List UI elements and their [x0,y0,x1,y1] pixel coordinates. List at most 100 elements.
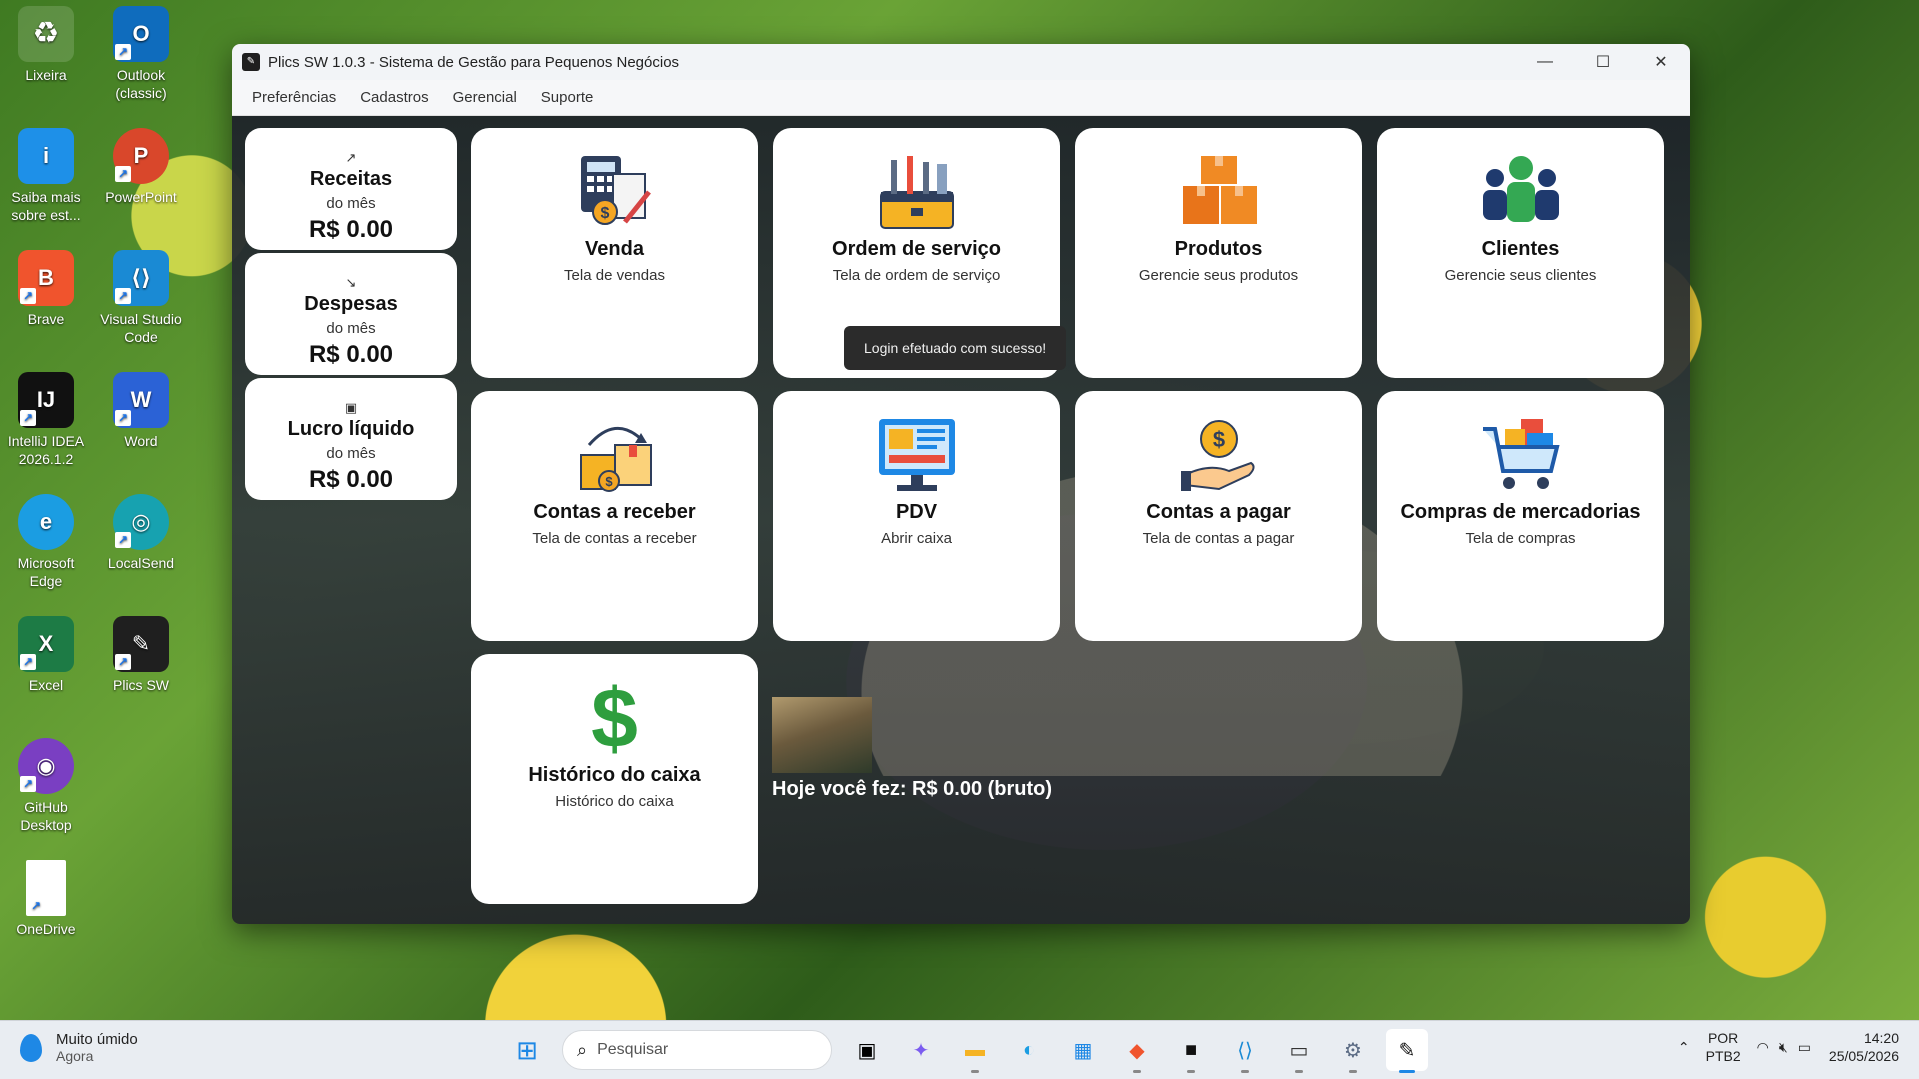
desktop-icon-label: Excel [28,677,64,693]
desktop-icon-localsend[interactable]: ◎ ↗ LocalSend [96,494,186,572]
desktop-icon-label: LocalSend [107,555,175,571]
tile-historico-caixa[interactable]: $ Histórico do caixa Histórico do caixa [471,654,758,904]
tile-contas-pagar[interactable]: $ Contas a pagar Tela de contas a pagar [1075,391,1362,641]
tile-pdv[interactable]: PDV Abrir caixa [773,391,1060,641]
desktop-icon-excel[interactable]: X ↗ Excel [1,616,91,694]
menu-gerencial[interactable]: Gerencial [453,89,517,106]
wifi-icon[interactable]: ◠ [1757,1039,1769,1056]
desktop-icon-intellij[interactable]: IJ ↗ IntelliJ IDEA 2026.1.2 [1,372,91,468]
brave-taskbar-icon[interactable]: ◆ [1116,1029,1158,1073]
tile-subtitle: Tela de vendas [564,267,665,284]
speaker-muted-icon[interactable]: 🔇︎ [1779,1039,1788,1056]
summary-title: Lucro líquido [287,418,415,440]
clock[interactable]: 14:20 25/05/2026 [1829,1029,1899,1065]
tile-title: Venda [585,238,644,260]
search-icon: ⌕ [577,1039,588,1060]
desktop-icon-recycle-bin[interactable]: ♻ Lixeira [1,6,91,84]
edge-icon: e [18,494,74,550]
start-button[interactable]: ⊞ [506,1029,548,1071]
localsend-icon: ◎ ↗ [113,494,169,550]
terminal-icon[interactable]: ▭ [1278,1029,1320,1073]
desktop-icon-powerpoint[interactable]: P ↗ PowerPoint [96,128,186,206]
chevron-up-icon[interactable]: ⌃ [1678,1039,1690,1056]
tile-contas-receber[interactable]: $ Contas a receber Tela de contas a rece… [471,391,758,641]
desktop-icon-edge[interactable]: e Microsoft Edge [1,494,91,590]
app-window: ✎ Plics SW 1.0.3 - Sistema de Gestão par… [232,44,1690,924]
desktop-icon-outlook[interactable]: O ↗ Outlook (classic) [96,6,186,102]
summary-sub: do mês [326,320,376,337]
menu-preferencias[interactable]: Preferências [252,89,336,106]
desktop-icon-label: OneDrive [16,921,76,937]
file-explorer-icon[interactable]: ▬ [954,1029,996,1073]
github-icon: ◉ ↗ [18,738,74,794]
app-icon: ✎ [242,53,260,71]
monitor-icon [877,415,957,495]
desktop-icon-onedrive[interactable]: ↗ OneDrive [1,860,91,938]
tile-subtitle: Tela de contas a receber [532,530,697,547]
summary-value: R$ 0.00 [308,466,394,493]
desktop-icon-plics[interactable]: ✎ ↗ Plics SW [96,616,186,694]
copilot-icon[interactable]: ✦ [900,1029,942,1071]
menu-cadastros[interactable]: Cadastros [360,89,428,106]
desktop-icon-brave[interactable]: B ↗ Brave [1,250,91,328]
search-box[interactable]: ⌕ Pesquisar [562,1030,832,1070]
task-view-icon[interactable]: ▣ [846,1029,888,1071]
taskbar: Muito úmido Agora ⊞ ⌕ Pesquisar ▣ ✦ ▬ ◐ … [0,1020,1919,1079]
tile-subtitle: Tela de compras [1465,530,1576,547]
summary-card-lucro: ▣ Lucro líquido do mês R$ 0.00 [245,378,457,500]
language-indicator[interactable]: POR PTB2 [1706,1029,1741,1065]
store-icon[interactable]: ▦ [1062,1029,1104,1071]
powerpoint-icon: P ↗ [113,128,169,184]
maximize-button[interactable]: ☐ [1574,44,1632,80]
tile-title: Clientes [1481,238,1560,260]
settings-icon[interactable]: ⚙ [1332,1029,1374,1073]
today-summary: Hoje você fez: R$ 0.00 (bruto) [772,778,1053,800]
media-thumbnail [772,697,872,773]
menu-suporte[interactable]: Suporte [541,89,594,106]
vscode-taskbar-icon[interactable]: ⟨⟩ [1224,1029,1266,1073]
chart-icon: ▣ [344,400,358,415]
main-content: ↗ Receitas do mês R$ 0.00 ↘ Despesas do … [232,116,1690,924]
close-button[interactable]: ✕ [1632,44,1690,80]
weather-title: Muito úmido [56,1031,138,1048]
keyboard-layout: PTB2 [1705,1048,1741,1064]
minimize-button[interactable]: — [1516,44,1574,80]
tile-clientes[interactable]: Clientes Gerencie seus clientes [1377,128,1664,378]
receive-box-icon: $ [575,415,655,495]
tile-compras[interactable]: Compras de mercadorias Tela de compras [1377,391,1664,641]
desktop-icon-github[interactable]: ◉ ↗ GitHub Desktop [1,738,91,834]
excel-icon: X ↗ [18,616,74,672]
desktop-icon-label: Brave [27,311,65,327]
language-code: POR [1707,1030,1739,1046]
tile-title: Contas a receber [533,501,696,523]
edge-taskbar-icon[interactable]: ◐ [1008,1029,1050,1071]
desktop-icon-label: PowerPoint [105,189,177,205]
tile-venda[interactable]: $ Venda Tela de vendas [471,128,758,378]
plics-taskbar-icon[interactable]: ✎ [1386,1029,1428,1073]
window-title: Plics SW 1.0.3 - Sistema de Gestão para … [268,53,680,71]
tile-produtos[interactable]: Produtos Gerencie seus produtos [1075,128,1362,378]
summary-card-receitas: ↗ Receitas do mês R$ 0.00 [245,128,457,250]
summary-sub: do mês [326,195,376,212]
search-placeholder: Pesquisar [597,1041,669,1058]
calculator-invoice-icon: $ [575,152,655,232]
weather-widget[interactable]: Muito úmido Agora [20,1031,138,1064]
recycle-bin-icon: ♻ [18,6,74,62]
svg-text:$: $ [600,205,609,222]
tile-subtitle: Gerencie seus produtos [1138,267,1299,284]
outlook-icon: O ↗ [113,6,169,62]
humidity-icon [20,1033,42,1062]
tile-title: Compras de mercadorias [1400,501,1641,523]
tile-subtitle: Histórico do caixa [555,793,674,810]
desktop-icon-tips[interactable]: i Saiba mais sobre est... [1,128,91,224]
word-icon: W ↗ [113,372,169,428]
tile-title: Histórico do caixa [528,764,701,786]
intellij-taskbar-icon[interactable]: ■ [1170,1029,1212,1073]
desktop-icon-vscode[interactable]: ⟨⟩ ↗ Visual Studio Code [96,250,186,346]
title-bar: ✎ Plics SW 1.0.3 - Sistema de Gestão par… [232,44,1690,80]
desktop-icon-label: Saiba mais sobre est... [11,189,81,223]
desktop-icon-label: Visual Studio Code [100,311,182,345]
clock-date: 25/05/2026 [1828,1048,1899,1064]
desktop-icon-word[interactable]: W ↗ Word [96,372,186,450]
battery-icon[interactable]: ▭ [1798,1039,1811,1056]
